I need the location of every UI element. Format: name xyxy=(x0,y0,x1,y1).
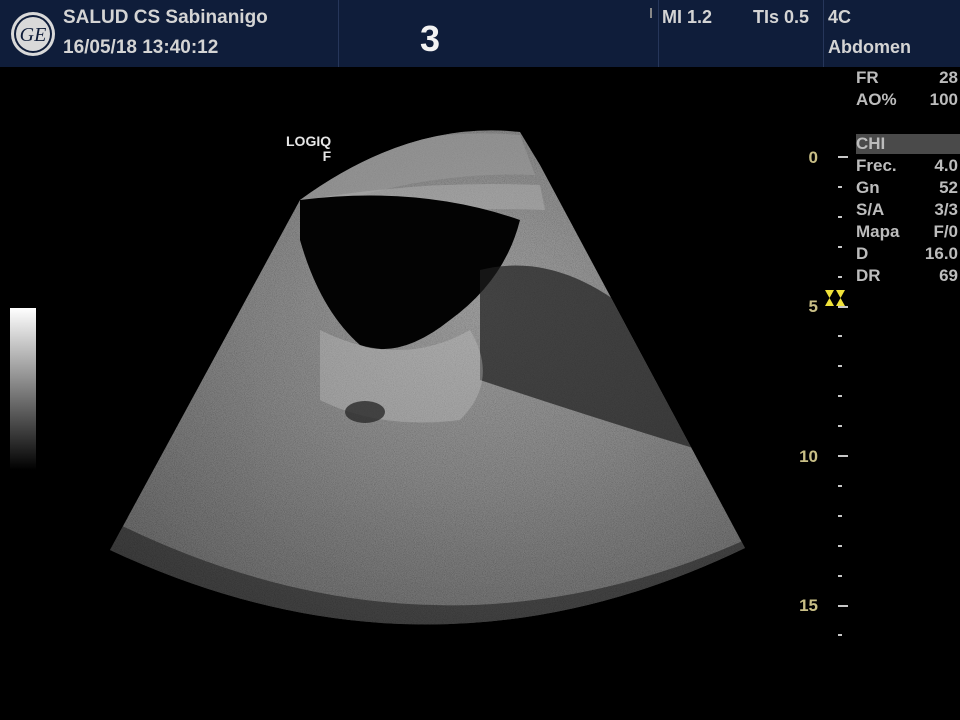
header-divider xyxy=(658,0,659,67)
depth-tick xyxy=(838,544,842,547)
thermal-index: TIs 0.5 xyxy=(753,7,810,27)
param-value: 69 xyxy=(939,266,958,285)
param-row-gn: Gn 52 xyxy=(856,178,960,200)
institution-name: SALUD CS Sabinanigo xyxy=(63,7,268,28)
param-key: Gn xyxy=(856,178,880,197)
depth-tick xyxy=(838,156,848,158)
depth-tick xyxy=(838,514,842,517)
param-row-frec: Frec. 4.0 xyxy=(856,156,960,178)
param-value: F/0 xyxy=(933,222,958,241)
param-value: 52 xyxy=(939,178,958,197)
mechanical-index: MI 1.2 xyxy=(662,7,713,27)
param-row-mapa: Mapa F/0 xyxy=(856,222,960,244)
param-value: 100 xyxy=(929,90,958,109)
svg-text:GE: GE xyxy=(20,24,47,46)
depth-tick xyxy=(838,425,842,428)
param-key: Mapa xyxy=(856,222,900,241)
probe-label-line1: LOGIQ xyxy=(286,133,332,149)
depth-tick xyxy=(838,604,848,607)
depth-label-0: 0 xyxy=(808,148,818,167)
header-divider xyxy=(823,0,824,67)
param-key: AO% xyxy=(856,90,897,109)
depth-tick xyxy=(838,574,842,577)
image-number: 3 xyxy=(420,18,441,59)
depth-tick xyxy=(838,634,842,637)
param-row-sa: S/A 3/3 xyxy=(856,200,960,222)
param-key: Frec. xyxy=(856,156,897,175)
param-row-fr: FR 28 xyxy=(856,68,960,90)
depth-tick xyxy=(838,185,842,188)
grayscale-bar xyxy=(10,308,36,470)
depth-label-10: 10 xyxy=(799,447,818,466)
header-tick-marker xyxy=(650,8,652,18)
probe-orientation-label: LOGIQ F xyxy=(286,134,331,164)
param-value: 3/3 xyxy=(934,200,958,219)
probe-name: 4C xyxy=(828,7,852,27)
depth-tick xyxy=(838,395,842,398)
param-value: 4.0 xyxy=(934,156,958,175)
depth-tick xyxy=(838,335,842,338)
mode-label: CHI xyxy=(856,134,886,153)
param-value: 16.0 xyxy=(924,244,958,263)
depth-tick xyxy=(838,275,842,278)
probe-label-line2: F xyxy=(322,148,332,164)
param-key: S/A xyxy=(856,200,885,219)
exam-datetime: 16/05/18 13:40:12 xyxy=(63,37,219,58)
param-row-d: D 16.0 xyxy=(856,244,960,266)
ge-logo-icon: GE xyxy=(11,12,55,56)
focus-marker-icon xyxy=(825,290,845,306)
header-bar: GE SALUD CS Sabinanigo 16/05/18 13:40:12… xyxy=(0,0,960,67)
param-row-ao: AO% 100 xyxy=(856,90,960,112)
param-value: 28 xyxy=(939,68,958,87)
depth-tick xyxy=(838,365,842,368)
header-divider xyxy=(338,0,339,67)
depth-tick xyxy=(838,245,842,248)
depth-tick xyxy=(838,455,848,457)
param-row-dr: DR 69 xyxy=(856,266,960,288)
depth-label-5: 5 xyxy=(808,297,818,316)
depth-label-15: 15 xyxy=(799,596,818,615)
depth-tick xyxy=(838,215,842,218)
depth-tick xyxy=(838,484,842,487)
param-key: D xyxy=(856,244,869,263)
preset-name: Abdomen xyxy=(828,37,911,57)
param-key: FR xyxy=(856,68,879,87)
depth-scale: 0 5 10 15 xyxy=(790,140,850,640)
param-key: DR xyxy=(856,266,881,285)
